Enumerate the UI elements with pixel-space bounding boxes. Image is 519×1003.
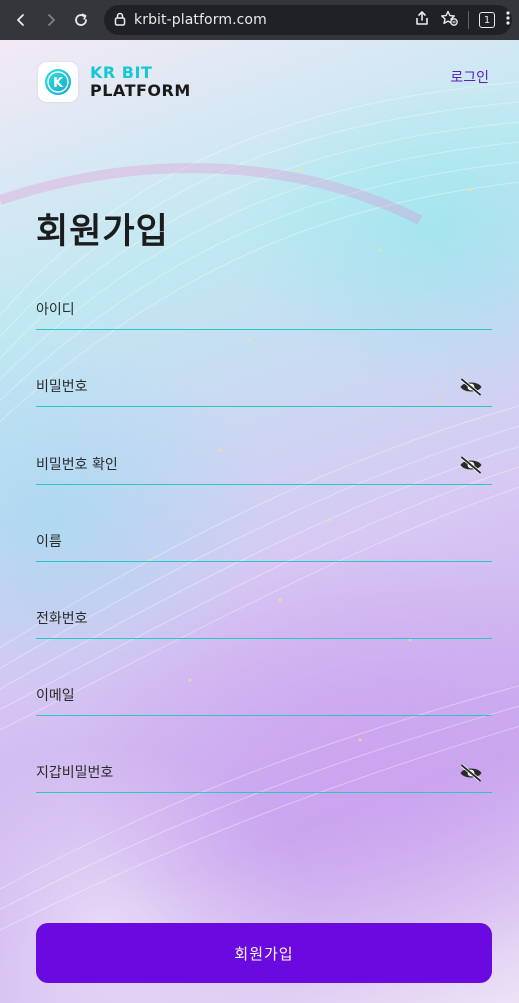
logo[interactable]: K <box>38 62 78 102</box>
forward-icon[interactable] <box>36 5 66 35</box>
username-input[interactable] <box>36 290 492 329</box>
login-link[interactable]: 로그인 <box>450 67 489 87</box>
toolbar-separator <box>468 11 469 29</box>
password-input[interactable] <box>36 367 492 406</box>
brand-line2: PLATFORM <box>90 81 191 100</box>
page-title: 회원가입 <box>36 212 169 252</box>
eye-slash-icon[interactable] <box>458 377 484 397</box>
phone-field[interactable] <box>36 599 492 639</box>
back-icon[interactable] <box>6 5 36 35</box>
password-confirm-field[interactable] <box>36 445 492 485</box>
email-input[interactable] <box>36 676 492 715</box>
tab-count-icon[interactable]: 1 <box>479 12 495 28</box>
wallet-password-field[interactable] <box>36 753 492 793</box>
phone-input[interactable] <box>36 599 492 638</box>
name-input[interactable] <box>36 522 492 561</box>
username-field[interactable] <box>36 290 492 330</box>
site-header: K KR BIT PLATFORM <box>38 62 191 102</box>
brand-name: KR BIT PLATFORM <box>90 64 191 100</box>
eye-slash-icon[interactable] <box>458 455 484 475</box>
signup-page: K KR BIT PLATFORM 로그인 회원가입 아이디 이름 전화번호 이… <box>0 40 519 1003</box>
reload-icon[interactable] <box>66 5 96 35</box>
password-confirm-input[interactable] <box>36 445 492 484</box>
menu-icon[interactable] <box>505 10 511 30</box>
lock-icon[interactable] <box>114 11 126 30</box>
share-icon[interactable] <box>414 10 430 30</box>
signup-submit-button[interactable]: 회원가입 <box>36 923 492 983</box>
wallet-password-input[interactable] <box>36 753 492 792</box>
logo-letter: K <box>53 76 64 91</box>
logo-icon: K <box>45 69 71 95</box>
brand-line1: KR BIT <box>90 63 153 82</box>
eye-slash-icon[interactable] <box>458 763 484 783</box>
url-text[interactable]: krbit-platform.com <box>134 12 267 28</box>
email-field[interactable] <box>36 676 492 716</box>
password-field[interactable] <box>36 367 492 407</box>
bookmark-star-icon[interactable] <box>440 10 458 30</box>
browser-toolbar: krbit-platform.com 1 <box>0 0 519 40</box>
name-field[interactable] <box>36 522 492 562</box>
